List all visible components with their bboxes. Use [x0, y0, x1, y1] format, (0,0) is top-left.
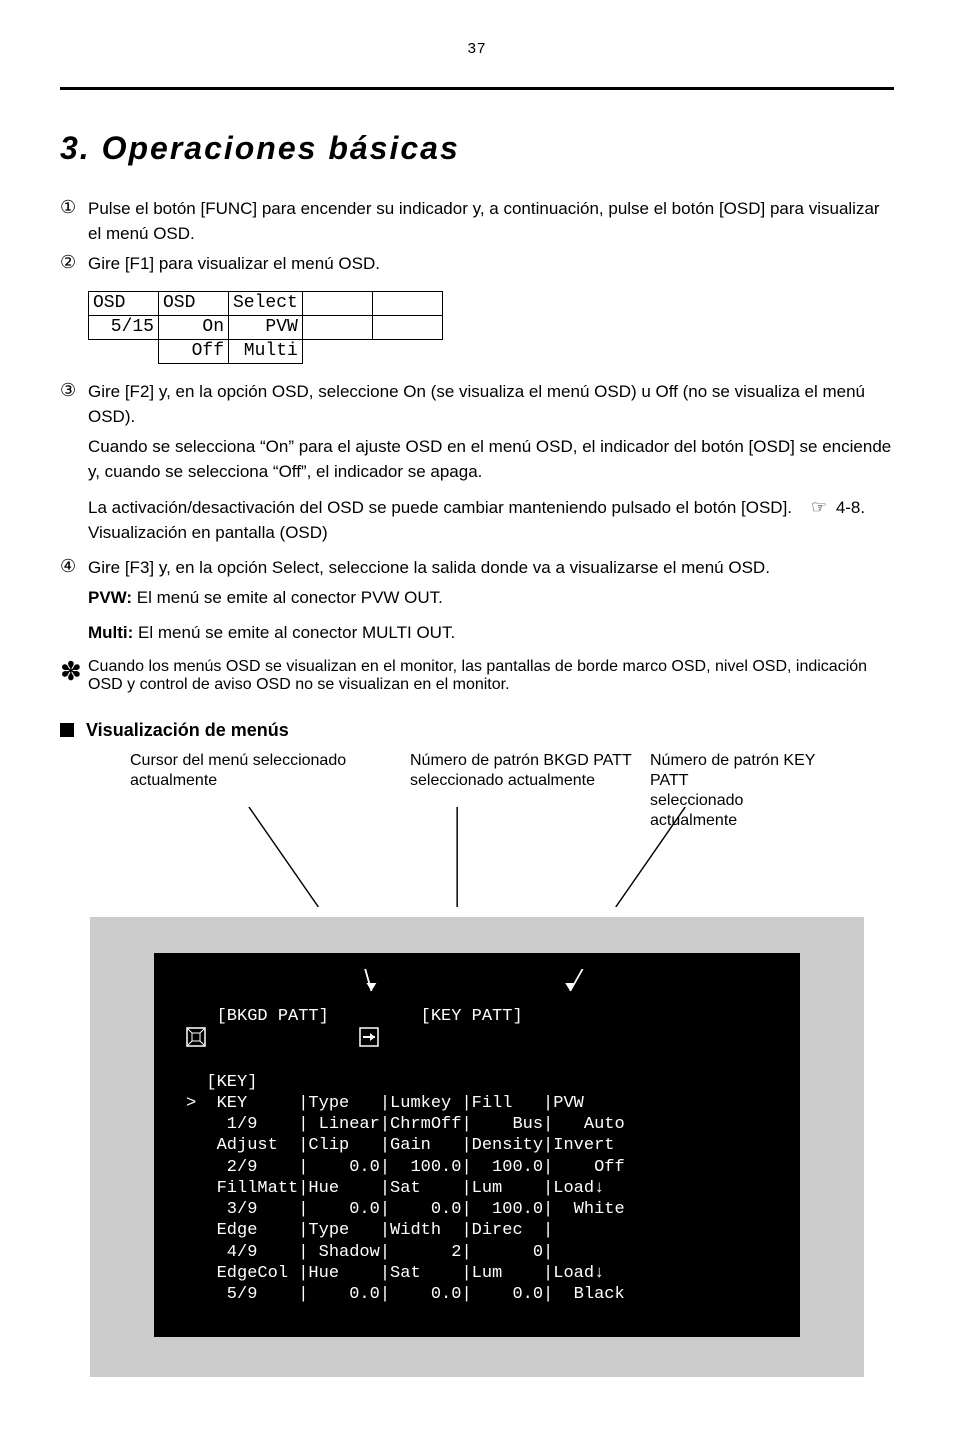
- step-4-multi: Multi: El menú se emite al conector MULT…: [88, 621, 894, 646]
- pvw-text: El menú se emite al conector PVW OUT.: [132, 588, 443, 607]
- table-row: Off Multi: [89, 339, 443, 363]
- note-text: Cuando los menús OSD se visualizan en el…: [88, 658, 894, 694]
- step-marker-3: ③: [60, 380, 88, 429]
- osd-line: EdgeCol |Hue |Sat |Lum |Load↓: [196, 1264, 604, 1283]
- note: ✽ Cuando los menús OSD se visualizan en …: [60, 658, 894, 694]
- pattern-bkgd-icon: [186, 1027, 206, 1047]
- table-row: OSD OSD Select: [89, 291, 443, 315]
- osd-line: [KEY]: [186, 1073, 257, 1092]
- cell: On: [159, 315, 229, 339]
- pattern-key-icon: [359, 1027, 379, 1047]
- step-1: ① Pulse el botón [FUNC] para encender su…: [60, 197, 894, 246]
- osd-line: 4/9 | Shadow| 2| 0|: [196, 1243, 553, 1262]
- cell: Off: [159, 339, 229, 363]
- step-4-text-1: Gire [F3] y, en la opción Select, selecc…: [88, 556, 894, 581]
- step-3-text-3: La activación/desactivación del OSD se p…: [88, 494, 894, 545]
- cell: [372, 315, 442, 339]
- step-2-text: Gire [F1] para visualizar el menú OSD.: [88, 252, 894, 277]
- pvw-label: PVW:: [88, 588, 132, 607]
- step-marker-2: ②: [60, 252, 88, 277]
- osd-line: 1/9 | Linear|ChrmOff| Bus| Auto: [196, 1115, 624, 1134]
- bullet-square-icon: [60, 723, 74, 737]
- step-3-text-2: Cuando se selecciona “On” para el ajuste…: [88, 435, 894, 484]
- multi-label: Multi:: [88, 623, 133, 642]
- step-4-pvw: PVW: El menú se emite al conector PVW OU…: [88, 586, 894, 611]
- horizontal-rule: [60, 87, 894, 90]
- callout-bkgd: Número de patrón BKGD PATT seleccionado …: [410, 751, 632, 791]
- leader-lines: [130, 807, 824, 907]
- cell: OSD: [159, 291, 229, 315]
- step-3: ③ Gire [F2] y, en la opción OSD, selecci…: [60, 380, 894, 429]
- cell-empty: [372, 339, 442, 363]
- cell: Select: [229, 291, 303, 315]
- step-3-text-3-body: La activación/desactivación del OSD se p…: [88, 498, 792, 517]
- osd-line: FillMatt|Hue |Sat |Lum |Load↓: [196, 1179, 604, 1198]
- osd-mini-table: OSD OSD Select 5/15 On PVW Off Multi: [88, 291, 443, 364]
- cell: [302, 291, 372, 315]
- cell: [302, 315, 372, 339]
- cell: OSD: [89, 291, 159, 315]
- callout-cursor: Cursor del menú seleccionado actualmente: [130, 751, 346, 791]
- pointer-icon: ☞: [811, 497, 827, 517]
- step-2: ② Gire [F1] para visualizar el menú OSD.: [60, 252, 894, 277]
- callout-row: Cursor del menú seleccionado actualmente…: [130, 751, 824, 801]
- osd-line: Edge |Type |Width |Direc |: [196, 1221, 553, 1240]
- step-marker-4: ④: [60, 556, 88, 581]
- cell: PVW: [229, 315, 303, 339]
- osd-line: KEY |Type |Lumkey |Fill |PVW: [196, 1094, 584, 1113]
- osd-line: 2/9 | 0.0| 100.0| 100.0| Off: [196, 1158, 624, 1177]
- osd-header: [BKGD PATT] [KEY PATT]: [186, 1007, 563, 1026]
- multi-text: El menú se emite al conector MULTI OUT.: [133, 623, 455, 642]
- cell-empty: [89, 339, 159, 363]
- cell: Multi: [229, 339, 303, 363]
- osd-line: 5/9 | 0.0| 0.0| 0.0| Black: [196, 1285, 624, 1304]
- table-row: 5/15 On PVW: [89, 315, 443, 339]
- osd-screen: [BKGD PATT] [KEY PATT] [KEY] > KEY |Type…: [154, 953, 800, 1338]
- page-number: 37: [60, 40, 894, 57]
- sub-heading-text: Visualización de menús: [86, 720, 289, 741]
- step-4: ④ Gire [F3] y, en la opción Select, sele…: [60, 556, 894, 581]
- cell: 5/15: [89, 315, 159, 339]
- page-title: 3. Operaciones básicas: [60, 130, 894, 167]
- asterisk-icon: ✽: [60, 658, 88, 684]
- step-marker-1: ①: [60, 197, 88, 246]
- cell: [372, 291, 442, 315]
- step-1-text: Pulse el botón [FUNC] para encender su i…: [88, 197, 894, 246]
- osd-line: 3/9 | 0.0| 0.0| 100.0| White: [196, 1200, 624, 1219]
- sub-heading: Visualización de menús: [60, 720, 894, 741]
- osd-line: Adjust |Clip |Gain |Density|Invert: [196, 1136, 614, 1155]
- step-3-text-1: Gire [F2] y, en la opción OSD, seleccion…: [88, 380, 894, 429]
- cell-empty: [302, 339, 372, 363]
- monitor-frame: [BKGD PATT] [KEY PATT] [KEY] > KEY |Type…: [90, 917, 864, 1378]
